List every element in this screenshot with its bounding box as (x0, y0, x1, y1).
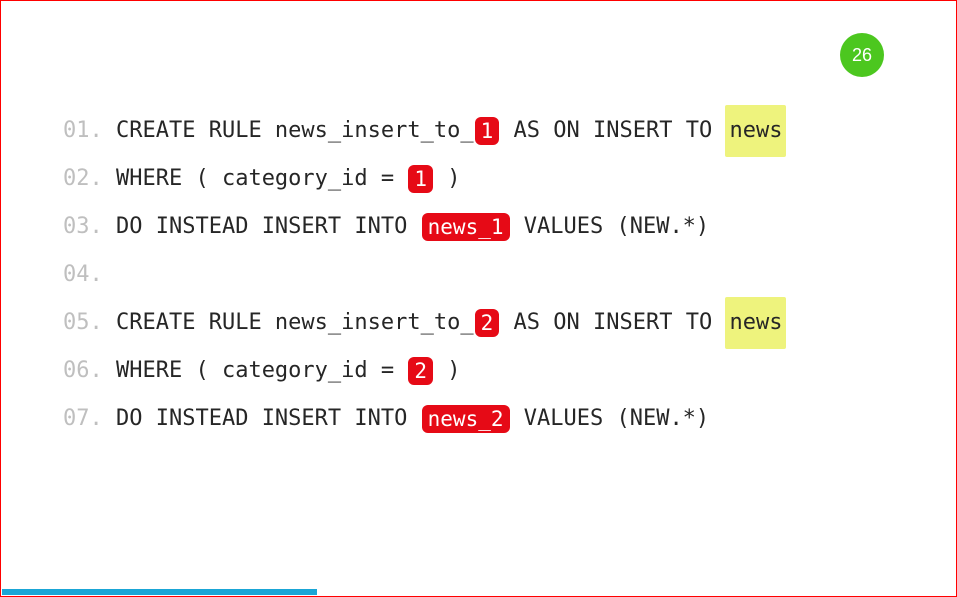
line-number: 06. (63, 347, 103, 395)
code-line: 04. (63, 251, 894, 299)
code-text: WHERE ( category_id = (103, 155, 408, 203)
highlight-span: news (725, 297, 786, 349)
highlight-pill: news_1 (422, 213, 510, 241)
code-text: CREATE RULE news_insert_to_ (103, 107, 474, 155)
highlight-span: news (725, 105, 786, 157)
code-line: 06. WHERE ( category_id = 2 ) (63, 347, 894, 395)
code-line: 03. DO INSTEAD INSERT INTO news_1 VALUES… (63, 203, 894, 251)
code-text: AS ON INSERT TO (500, 107, 725, 155)
line-number: 05. (63, 299, 103, 347)
code-text: DO INSTEAD INSERT INTO (103, 395, 421, 443)
code-text: ) (434, 155, 461, 203)
page-number: 26 (852, 45, 872, 66)
highlight-pill: 2 (408, 357, 433, 385)
code-line: 01. CREATE RULE news_insert_to_1 AS ON I… (63, 107, 894, 155)
highlight-pill: news_2 (422, 405, 510, 433)
line-number: 01. (63, 107, 103, 155)
code-text: VALUES (NEW.*) (511, 395, 710, 443)
code-text: CREATE RULE news_insert_to_ (103, 299, 474, 347)
highlight-pill: 1 (475, 117, 500, 145)
page-number-badge: 26 (840, 33, 884, 77)
code-text: VALUES (NEW.*) (511, 203, 710, 251)
line-number: 04. (63, 251, 103, 299)
progress-bar (2, 589, 317, 595)
code-line: 07. DO INSTEAD INSERT INTO news_2 VALUES… (63, 395, 894, 443)
line-number: 02. (63, 155, 103, 203)
highlight-pill: 1 (408, 165, 433, 193)
highlight-pill: 2 (475, 309, 500, 337)
line-number: 07. (63, 395, 103, 443)
code-line: 05. CREATE RULE news_insert_to_2 AS ON I… (63, 299, 894, 347)
slide-frame: 26 01. CREATE RULE news_insert_to_1 AS O… (0, 0, 957, 597)
line-number: 03. (63, 203, 103, 251)
code-line: 02. WHERE ( category_id = 1 ) (63, 155, 894, 203)
code-text: WHERE ( category_id = (103, 347, 408, 395)
code-text: ) (434, 347, 461, 395)
code-text: DO INSTEAD INSERT INTO (103, 203, 421, 251)
code-block: 01. CREATE RULE news_insert_to_1 AS ON I… (63, 107, 894, 443)
code-text: AS ON INSERT TO (500, 299, 725, 347)
